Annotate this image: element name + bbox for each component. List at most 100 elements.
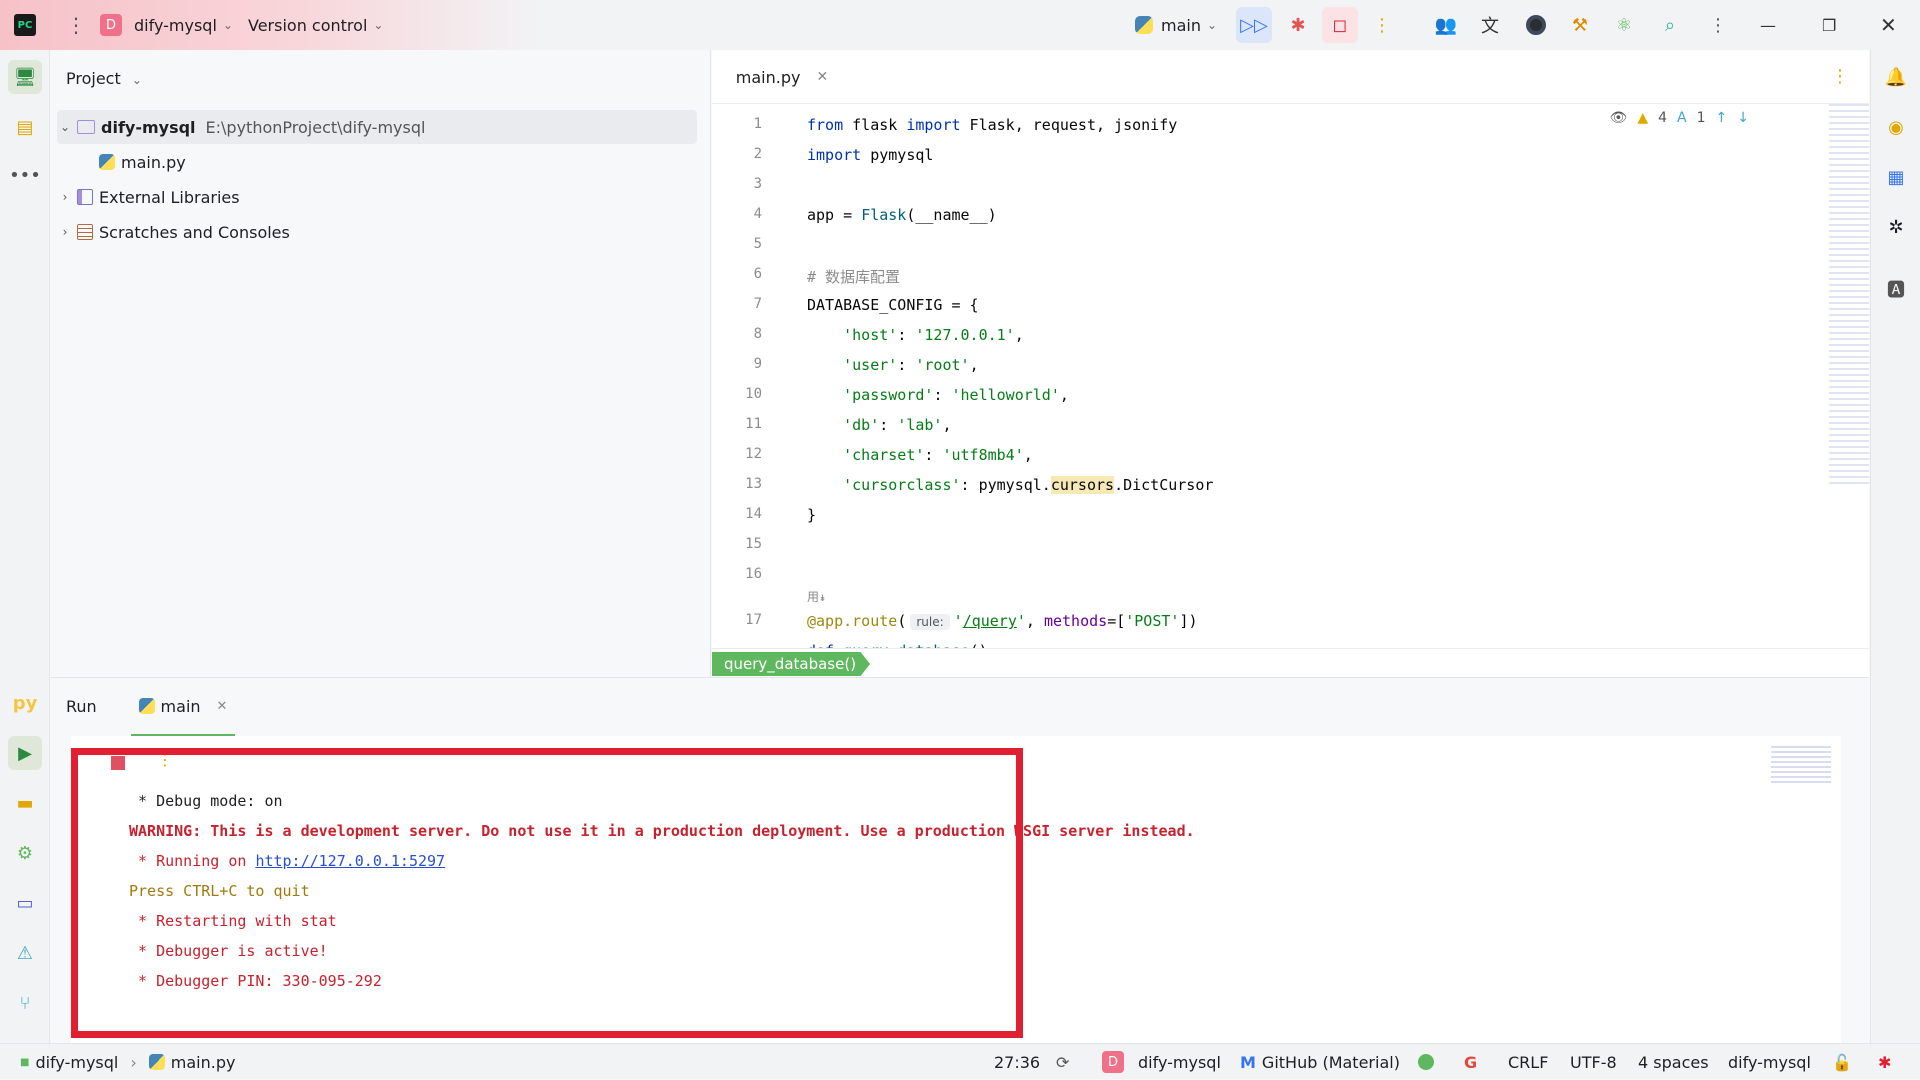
line-number: 16 bbox=[745, 566, 762, 582]
line-number: 8 bbox=[753, 326, 762, 342]
run-config-selector[interactable]: main ⌄ bbox=[1135, 0, 1217, 50]
module-icon: ■ bbox=[20, 1056, 30, 1068]
git-icon[interactable]: ⑂ bbox=[8, 986, 42, 1020]
line-number: 13 bbox=[745, 476, 762, 492]
line-number: 3 bbox=[753, 176, 762, 192]
lock-icon[interactable]: 🔓 bbox=[1832, 1044, 1852, 1080]
python-console-icon[interactable]: py bbox=[8, 686, 42, 720]
file-encoding[interactable]: UTF-8 bbox=[1570, 1044, 1617, 1080]
line-number: 15 bbox=[745, 536, 762, 552]
chevron-right-icon: › bbox=[62, 225, 68, 239]
code-area[interactable]: from flask import Flask, request, jsonif… bbox=[807, 104, 1807, 648]
line-number: 10 bbox=[745, 386, 762, 402]
line-ending[interactable]: CRLF bbox=[1508, 1044, 1548, 1080]
code-line: 'user': 'root', bbox=[843, 356, 979, 374]
project-switcher[interactable]: D dify-mysql bbox=[1102, 1044, 1221, 1080]
copilot-icon[interactable] bbox=[1518, 7, 1554, 43]
run-icon[interactable]: ▷▷ bbox=[1236, 7, 1272, 43]
right-tool-strip: 🔔 ◉ ▦ ✲ 🅰 bbox=[1870, 50, 1920, 1043]
tree-item-label: External Libraries bbox=[99, 187, 240, 207]
status-indicator[interactable] bbox=[1418, 1044, 1434, 1080]
tab-label: main.py bbox=[735, 67, 801, 87]
breadcrumb-function[interactable]: query_database() bbox=[712, 652, 871, 676]
tree-root[interactable]: ⌄ dify-mysql E:\pythonProject\dify-mysql bbox=[57, 110, 697, 144]
line-number: 2 bbox=[753, 146, 762, 162]
tree-item-main-py[interactable]: main.py bbox=[51, 145, 691, 179]
version-control-menu[interactable]: Version control ⌄ bbox=[248, 0, 383, 50]
project-view-icon[interactable]: 🖥 bbox=[8, 60, 42, 94]
left-tool-strip: 🖥 ▤ ••• py ▶ ▬ ⚙ ▭ ⚠ ⑂ bbox=[0, 50, 50, 1043]
more-actions-icon[interactable]: ⋮ bbox=[1364, 7, 1400, 43]
tree-item-external-libraries[interactable]: › External Libraries bbox=[51, 180, 691, 214]
green-dot-icon bbox=[1418, 1054, 1434, 1070]
structure-icon[interactable]: ▤ bbox=[8, 110, 42, 144]
code-line: import pymysql bbox=[807, 146, 934, 164]
code-line: 'charset': 'utf8mb4', bbox=[843, 446, 1033, 464]
close-icon[interactable]: ✕ bbox=[1880, 0, 1897, 50]
title-bar: PC ⋮ D dify-mysql ⌄ Version control ⌄ ma… bbox=[0, 0, 1920, 50]
more-tools-icon[interactable]: ••• bbox=[8, 158, 42, 192]
ai-assistant-icon[interactable]: ⚛ bbox=[1606, 7, 1642, 43]
debug-icon[interactable]: ✱ bbox=[1280, 7, 1316, 43]
editor-minimap[interactable] bbox=[1829, 104, 1869, 484]
tree-item-scratches[interactable]: › Scratches and Consoles bbox=[51, 215, 691, 249]
line-number: 12 bbox=[745, 446, 762, 462]
project-panel-title[interactable]: Project ⌄ bbox=[66, 69, 142, 88]
chevron-down-icon: ⌄ bbox=[59, 120, 71, 134]
close-icon[interactable]: ✕ bbox=[816, 69, 828, 85]
tab-options-icon[interactable]: ⋮ bbox=[1831, 66, 1849, 87]
vcs-sync-icon[interactable]: ⟳ bbox=[1056, 1044, 1069, 1080]
editor: main.py ✕ ⋮ 👁 ▲ 4 A1 ↑ ↓ 1 2 3 4 5 6 7 8 … bbox=[712, 50, 1869, 677]
python-interpreter[interactable]: dify-mysql bbox=[1728, 1044, 1811, 1080]
project-name: dify-mysql bbox=[134, 15, 217, 35]
main-menu-icon[interactable]: ⋮ bbox=[66, 0, 86, 50]
translate-icon[interactable]: 文 bbox=[1472, 7, 1508, 43]
run-panel: Run main ✕ ⋮ * Debug mode: on WARNING: T… bbox=[51, 677, 1869, 1044]
caret-position[interactable]: 27:36 bbox=[994, 1044, 1040, 1080]
ide-error-icon[interactable]: ✱ bbox=[1878, 1044, 1891, 1080]
line-number: 4 bbox=[753, 206, 762, 222]
library-icon bbox=[77, 189, 93, 205]
material-theme-icon: M bbox=[1240, 1052, 1256, 1072]
project-panel: Project ⌄ ⌄ dify-mysql E:\pythonProject\… bbox=[51, 50, 711, 677]
notifications-icon[interactable]: 🔔 bbox=[1879, 60, 1913, 94]
services-icon[interactable]: ⚙ bbox=[8, 836, 42, 870]
root-name: dify-mysql bbox=[101, 117, 196, 137]
todo-icon[interactable]: ▬ bbox=[8, 786, 42, 820]
bookmarks-icon[interactable]: 🅰 bbox=[1879, 272, 1913, 306]
code-line: 'db': 'lab', bbox=[843, 416, 952, 434]
restore-icon[interactable]: ❐ bbox=[1822, 0, 1836, 50]
terminal-icon[interactable]: ▭ bbox=[8, 886, 42, 920]
ai-icon[interactable]: ✲ bbox=[1879, 210, 1913, 244]
tools-icon[interactable]: ⚒ bbox=[1562, 7, 1598, 43]
chevron-down-icon: ⌄ bbox=[131, 73, 142, 87]
usages-hint[interactable]: 用↡ bbox=[807, 588, 826, 605]
minimize-icon[interactable]: — bbox=[1760, 0, 1776, 50]
breadcrumb-project: dify-mysql bbox=[35, 1052, 119, 1072]
breadcrumb-file: main.py bbox=[170, 1052, 236, 1072]
database-icon[interactable]: ◉ bbox=[1879, 110, 1913, 144]
close-icon[interactable]: ✕ bbox=[217, 699, 228, 714]
param-hint: rule: bbox=[910, 614, 950, 630]
run-tool-icon[interactable]: ▶ bbox=[8, 736, 42, 770]
code-with-me-icon[interactable]: 👥 bbox=[1428, 7, 1464, 43]
stop-icon[interactable]: ◻ bbox=[1322, 7, 1358, 43]
python-file-icon bbox=[148, 1054, 165, 1070]
theme-selector[interactable]: M GitHub (Material) bbox=[1240, 1044, 1400, 1080]
problems-icon[interactable]: ⚠ bbox=[8, 936, 42, 970]
search-icon[interactable]: ⌕ bbox=[1652, 7, 1688, 43]
line-number: 1 bbox=[753, 116, 762, 132]
status-breadcrumb[interactable]: ■ dify-mysql › main.py bbox=[20, 1044, 235, 1080]
console-minimap[interactable] bbox=[1771, 746, 1831, 786]
google-icon[interactable]: G bbox=[1464, 1044, 1477, 1080]
indent-setting[interactable]: 4 spaces bbox=[1638, 1044, 1709, 1080]
tab-main-py[interactable]: main.py ✕ bbox=[712, 50, 852, 104]
python-icon bbox=[138, 698, 155, 714]
code-line: DATABASE_CONFIG = { bbox=[807, 296, 979, 314]
python-file-icon bbox=[99, 154, 115, 170]
run-tab-main[interactable]: main ✕ bbox=[131, 678, 235, 736]
project-selector[interactable]: D dify-mysql ⌄ bbox=[100, 0, 233, 50]
tree-item-label: main.py bbox=[121, 152, 186, 172]
settings-menu-icon[interactable]: ⋮ bbox=[1700, 7, 1736, 43]
sciview-icon[interactable]: ▦ bbox=[1879, 160, 1913, 194]
